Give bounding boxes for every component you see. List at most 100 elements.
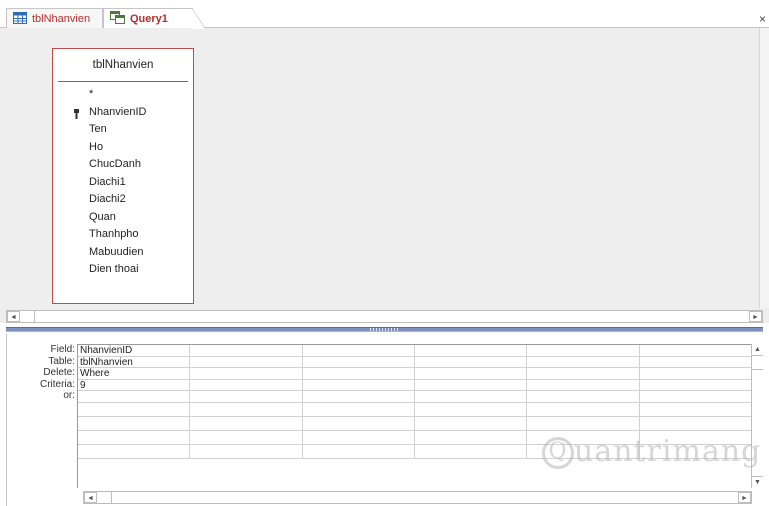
grid-cell[interactable] xyxy=(303,379,415,390)
grid-cell[interactable] xyxy=(190,402,303,416)
grid-row-labels: Field: Table: Delete: Criteria: or: xyxy=(7,344,75,402)
grid-cell[interactable] xyxy=(527,416,640,430)
grid-cell[interactable] xyxy=(190,356,303,367)
scroll-right-icon[interactable]: ► xyxy=(749,311,762,322)
grid-cell[interactable] xyxy=(415,402,528,416)
tab-tblnhanvien[interactable]: tblNhanvien xyxy=(6,8,103,29)
vertical-scrollbar[interactable] xyxy=(759,28,769,308)
grid-cell[interactable] xyxy=(78,430,191,444)
grid-row-delete: Where xyxy=(78,368,752,380)
field-item[interactable]: Diachi2 xyxy=(53,191,193,209)
grid-cell[interactable]: 9 xyxy=(78,379,191,390)
field-item[interactable]: Quan xyxy=(53,209,193,227)
grid-cell[interactable] xyxy=(527,402,640,416)
query-design-pane: tblNhanvien * NhanvienID Ten Ho ChucDanh… xyxy=(0,28,769,323)
grid-cell[interactable] xyxy=(303,402,415,416)
tab-query1[interactable]: Query1 xyxy=(103,8,206,29)
grid-cell[interactable] xyxy=(640,368,752,379)
field-item[interactable]: Mabuudien xyxy=(53,244,193,262)
grid-cell[interactable] xyxy=(527,368,640,379)
key-icon xyxy=(74,108,79,119)
watermark-logo: Quantrimang xyxy=(542,434,762,474)
grid-cell[interactable] xyxy=(190,379,303,390)
grid-cell[interactable] xyxy=(415,444,528,458)
pane-splitter[interactable] xyxy=(6,327,763,332)
grid-cell[interactable] xyxy=(640,379,752,390)
grid-row-table: tblNhanvien xyxy=(78,356,752,368)
tab-label: tblNhanvien xyxy=(32,13,91,25)
grid-cell[interactable] xyxy=(527,391,640,402)
scroll-thumb[interactable] xyxy=(96,492,112,503)
close-icon[interactable]: × xyxy=(759,12,766,26)
document-tab-bar: tblNhanvien Query1 × xyxy=(0,0,769,29)
grid-cell[interactable] xyxy=(640,345,752,356)
grid-cell[interactable] xyxy=(190,345,303,356)
query-icon xyxy=(110,11,125,27)
grid-cell[interactable] xyxy=(190,416,303,430)
grid-horizontal-scrollbar[interactable]: ◄ ► xyxy=(83,491,752,504)
tab-label: Query1 xyxy=(130,13,168,25)
grid-cell[interactable] xyxy=(640,356,752,367)
design-grid-pane: Field: Table: Delete: Criteria: or: Nhan… xyxy=(6,334,763,506)
scroll-thumb[interactable] xyxy=(19,311,35,322)
scroll-thumb[interactable] xyxy=(752,356,763,370)
grid-cell[interactable] xyxy=(303,416,415,430)
row-label-criteria: Criteria: xyxy=(39,378,75,390)
grid-cell[interactable]: Where xyxy=(78,368,191,379)
grid-row-criteria: 9 xyxy=(78,379,752,391)
grid-cell[interactable] xyxy=(190,391,303,402)
grid-cell[interactable] xyxy=(415,391,528,402)
grid-cell[interactable] xyxy=(303,391,415,402)
field-item[interactable]: Thanhpho xyxy=(53,226,193,244)
table-icon xyxy=(13,11,27,27)
grid-cell[interactable] xyxy=(78,402,191,416)
scroll-right-icon[interactable]: ► xyxy=(738,492,751,503)
field-item[interactable]: * xyxy=(53,86,193,104)
horizontal-scrollbar[interactable]: ◄ ► xyxy=(6,310,763,323)
grid-cell[interactable] xyxy=(303,368,415,379)
grid-row-empty xyxy=(78,416,752,431)
grid-cell[interactable] xyxy=(303,356,415,367)
grid-row-or xyxy=(78,391,752,403)
grid-cell[interactable] xyxy=(190,368,303,379)
field-item[interactable]: ChucDanh xyxy=(53,156,193,174)
field-list-items: * NhanvienID Ten Ho ChucDanh Diachi1 Dia… xyxy=(53,82,193,279)
grid-cell[interactable] xyxy=(640,402,752,416)
scroll-up-icon[interactable]: ▲ xyxy=(752,344,763,356)
grid-cell[interactable]: tblNhanvien xyxy=(78,356,191,367)
grid-row-field: NhanvienID xyxy=(78,345,752,357)
field-item[interactable]: Ten xyxy=(53,121,193,139)
scroll-down-icon[interactable]: ▼ xyxy=(752,476,763,488)
grid-cell[interactable] xyxy=(78,391,191,402)
grid-cell[interactable] xyxy=(78,416,191,430)
grid-cell[interactable] xyxy=(303,430,415,444)
row-label-delete: Delete: xyxy=(43,367,75,378)
field-item-primary-key[interactable]: NhanvienID xyxy=(53,104,193,122)
grid-cell[interactable] xyxy=(303,444,415,458)
grid-cell[interactable] xyxy=(415,379,528,390)
grid-cell[interactable] xyxy=(190,430,303,444)
grid-cell[interactable] xyxy=(415,345,528,356)
grid-cell[interactable]: NhanvienID xyxy=(78,345,191,356)
grid-cell[interactable] xyxy=(415,416,528,430)
grid-cell[interactable] xyxy=(527,356,640,367)
row-label-or: or: xyxy=(63,390,75,401)
field-list-tblnhanvien[interactable]: tblNhanvien * NhanvienID Ten Ho ChucDanh… xyxy=(52,48,194,304)
grid-cell[interactable] xyxy=(303,345,415,356)
field-item[interactable]: Dien thoai xyxy=(53,261,193,279)
grid-cell[interactable] xyxy=(415,368,528,379)
field-item[interactable]: Diachi1 xyxy=(53,174,193,192)
grid-cell[interactable] xyxy=(415,430,528,444)
grid-cell[interactable] xyxy=(527,379,640,390)
row-label-table: Table: xyxy=(48,355,75,367)
field-item[interactable]: Ho xyxy=(53,139,193,157)
grid-cell[interactable] xyxy=(415,356,528,367)
splitter-grip[interactable] xyxy=(370,328,400,331)
grid-row-empty xyxy=(78,402,752,417)
grid-cell[interactable] xyxy=(78,444,191,458)
grid-cell[interactable] xyxy=(527,345,640,356)
grid-cell[interactable] xyxy=(190,444,303,458)
grid-cell[interactable] xyxy=(640,391,752,402)
row-label-field: Field: xyxy=(50,344,75,355)
grid-cell[interactable] xyxy=(640,416,752,430)
